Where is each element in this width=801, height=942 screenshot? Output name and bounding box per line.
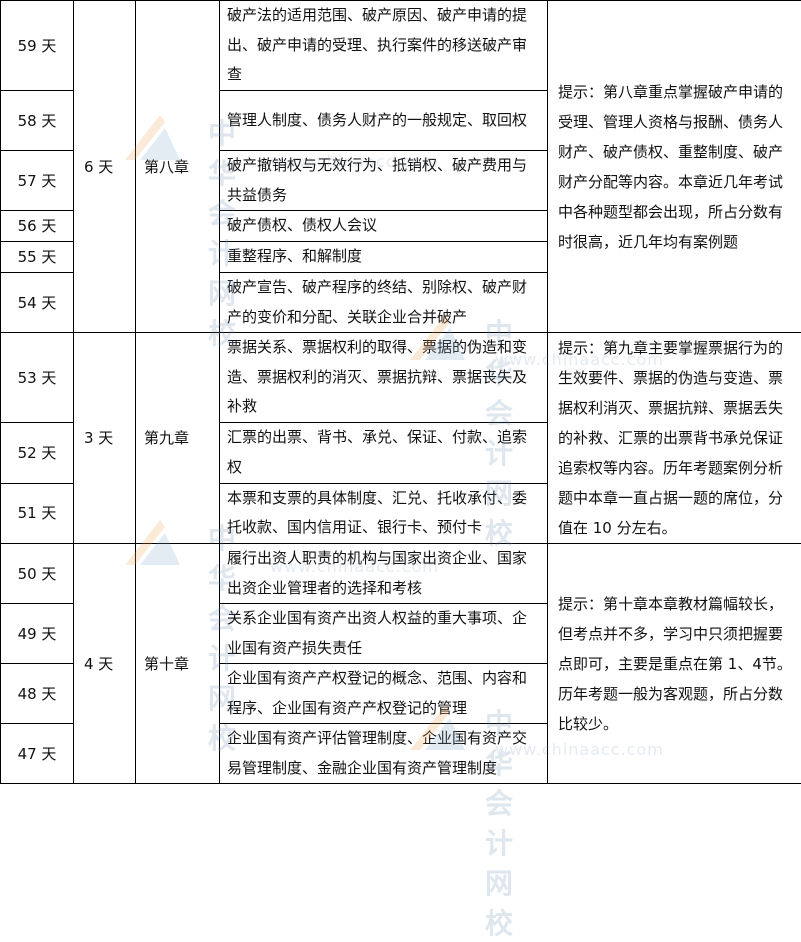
topic-cell: 企业国有资产产权登记的概念、范围、内容和程序、企业国有资产产权登记的管理 [220,664,548,724]
duration-cell: 3 天 [74,333,136,544]
table-row: 50 天 4 天 第十章 履行出资人职责的机构与国家出资企业、国家出资企业管理者… [1,544,801,604]
topic-cell: 重整程序、和解制度 [220,242,548,273]
day-cell: 49 天 [1,604,74,664]
day-cell: 51 天 [1,483,74,543]
topic-cell: 破产债权、债权人会议 [220,211,548,242]
day-cell: 52 天 [1,423,74,483]
topic-cell: 破产宣告、破产程序的终结、别除权、破产财产的变价和分配、关联企业合并破产 [220,273,548,333]
day-cell: 56 天 [1,211,74,242]
chapter-cell: 第九章 [136,333,220,544]
topic-cell: 关系企业国有资产出资人权益的重大事项、企业国有资产损失责任 [220,604,548,664]
table-row: 59 天 6 天 第八章 破产法的适用范围、破产原因、破产申请的提出、破产申请的… [1,1,801,91]
day-cell: 57 天 [1,151,74,211]
day-cell: 59 天 [1,1,74,91]
tip-cell: 提示：第十章本章教材篇幅较长，但考点并不多，学习中只须把握要点即可，主要是重点在… [548,544,801,784]
day-cell: 50 天 [1,544,74,604]
day-cell: 53 天 [1,333,74,423]
topic-cell: 破产法的适用范围、破产原因、破产申请的提出、破产申请的受理、执行案件的移送破产审… [220,1,548,91]
topic-cell: 本票和支票的具体制度、汇兑、托收承付、委托收款、国内信用证、银行卡、预付卡 [220,483,548,543]
topic-cell: 汇票的出票、背书、承兑、保证、付款、追索权 [220,423,548,483]
duration-cell: 4 天 [74,544,136,784]
day-cell: 54 天 [1,273,74,333]
study-plan-table: 59 天 6 天 第八章 破产法的适用范围、破产原因、破产申请的提出、破产申请的… [0,0,801,784]
topic-cell: 管理人制度、债务人财产的一般规定、取回权 [220,91,548,151]
table-row: 53 天 3 天 第九章 票据关系、票据权利的取得、票据的伪造和变造、票据权利的… [1,333,801,423]
chapter-cell: 第十章 [136,544,220,784]
duration-cell: 6 天 [74,1,136,333]
topic-cell: 票据关系、票据权利的取得、票据的伪造和变造、票据权利的消灭、票据抗辩、票据丧失及… [220,333,548,423]
day-cell: 55 天 [1,242,74,273]
topic-cell: 破产撤销权与无效行为、抵销权、破产费用与共益债务 [220,151,548,211]
tip-cell: 提示：第九章主要掌握票据行为的生效要件、票据的伪造与变造、票据权利消灭、票据抗辩… [548,333,801,544]
day-cell: 48 天 [1,664,74,724]
topic-cell: 履行出资人职责的机构与国家出资企业、国家出资企业管理者的选择和考核 [220,544,548,604]
day-cell: 58 天 [1,91,74,151]
tip-cell: 提示：第八章重点掌握破产申请的受理、管理人资格与报酬、债务人财产、破产债权、重整… [548,1,801,333]
chapter-cell: 第八章 [136,1,220,333]
